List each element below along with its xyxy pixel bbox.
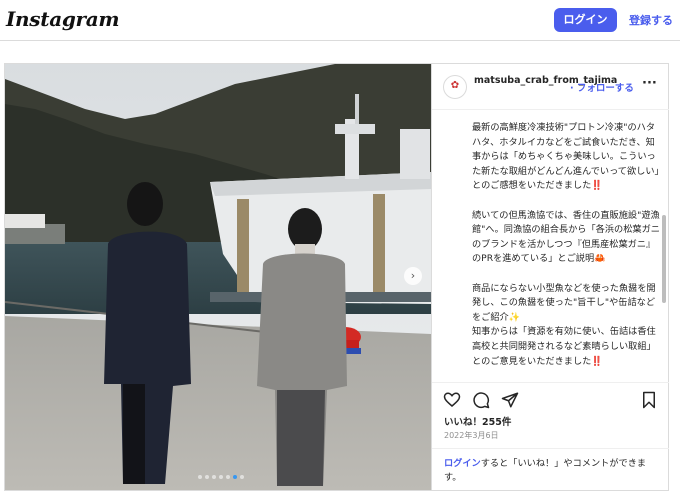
action-bar [432, 382, 669, 412]
instagram-logo[interactable]: Instagram [6, 7, 120, 31]
comment-icon[interactable] [472, 391, 490, 409]
carousel-dot [219, 475, 223, 479]
bookmark-icon[interactable] [640, 391, 658, 409]
likes-count[interactable]: いいね！255件 [444, 414, 511, 428]
follow-button[interactable]: · フォローする [570, 80, 634, 94]
post-photo[interactable]: › [5, 64, 431, 490]
carousel-dot [205, 475, 209, 479]
heart-icon[interactable] [443, 391, 461, 409]
harbor-photo [5, 64, 431, 490]
signup-link[interactable]: 登録する [629, 12, 673, 28]
carousel-dot [198, 475, 202, 479]
post-card: › ✿ matsuba_crab_from_tajima · フォローする ··… [4, 63, 669, 491]
caption-text: 最新の高鮮度冷凍技術"プロトン冷凍"のハタハタ、ホタルイカなどをご試食いただき、… [472, 122, 660, 367]
post-header: ✿ matsuba_crab_from_tajima · フォローする ··· [432, 64, 669, 110]
carousel-dot [240, 475, 244, 479]
post-sidebar: ✿ matsuba_crab_from_tajima · フォローする ··· … [431, 64, 669, 490]
carousel-dot [212, 475, 216, 479]
carousel-next-button[interactable]: › [404, 267, 422, 285]
avatar[interactable]: ✿ [443, 75, 467, 99]
post-username[interactable]: matsuba_crab_from_tajima [474, 74, 617, 87]
caption-area[interactable]: 最新の高鮮度冷凍技術"プロトン冷凍"のハタハタ、ホタルイカなどをご試食いただき、… [432, 111, 669, 379]
more-horizontal-icon[interactable]: ··· [642, 76, 657, 91]
share-icon[interactable] [501, 391, 519, 409]
login-prompt: ログインすると「いいね！」やコメントができます。 [432, 448, 669, 490]
scrollbar[interactable] [662, 215, 666, 303]
carousel-dot [226, 475, 230, 479]
carousel-dots [198, 475, 244, 479]
carousel-dot [233, 475, 237, 479]
login-prompt-text: ログインすると「いいね！」やコメントができます。 [444, 457, 662, 485]
login-button[interactable]: ログイン [554, 8, 617, 32]
login-prompt-link[interactable]: ログイン [444, 458, 481, 469]
follow-label: フォローする [576, 83, 634, 94]
top-bar: Instagram ログイン 登録する [0, 0, 680, 41]
post-date[interactable]: 2022年3月6日 [444, 430, 499, 441]
